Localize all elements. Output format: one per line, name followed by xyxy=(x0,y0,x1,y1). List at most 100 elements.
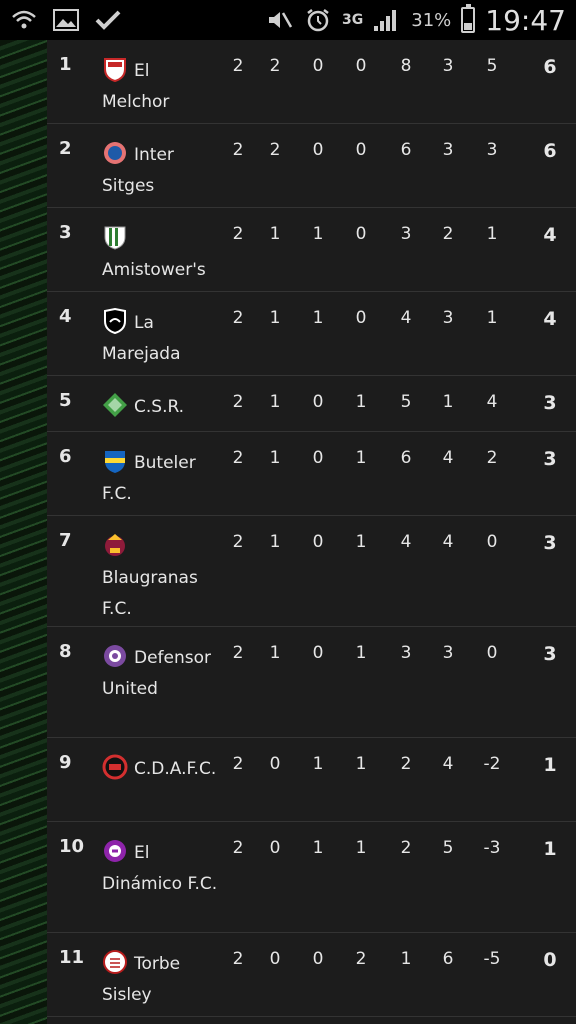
team-cell[interactable]: Defensor United xyxy=(102,643,222,705)
stat-gc: 3 xyxy=(442,643,454,663)
stat-pg: 0 xyxy=(269,754,281,774)
stat-pe: 0 xyxy=(312,392,324,412)
position: 9 xyxy=(59,752,72,773)
stat-pp: 1 xyxy=(355,392,367,412)
stat-pj: 2 xyxy=(232,56,244,76)
stat-gf: 4 xyxy=(400,308,412,328)
stat-pe: 0 xyxy=(312,140,324,160)
stat-pg: 0 xyxy=(269,838,281,858)
stat-pe: 0 xyxy=(312,643,324,663)
position: 5 xyxy=(59,390,72,411)
team-name: C.D.A.F.C. xyxy=(134,759,217,779)
table-row[interactable]: 11 Torbe Sisley 2 0 0 2 1 6 -5 0 xyxy=(47,933,576,1017)
team-crest-icon xyxy=(102,448,128,474)
stat-pe: 1 xyxy=(312,754,324,774)
position: 7 xyxy=(59,530,72,551)
team-crest-icon xyxy=(102,754,128,780)
stat-pj: 2 xyxy=(232,392,244,412)
stat-gc: 3 xyxy=(442,140,454,160)
stat-dg: 4 xyxy=(486,392,498,412)
points: 3 xyxy=(543,643,557,665)
battery-icon xyxy=(461,4,476,33)
position: 6 xyxy=(59,446,72,467)
team-crest-icon xyxy=(102,838,128,864)
team-cell[interactable]: Torbe Sisley xyxy=(102,949,222,1011)
points: 3 xyxy=(543,392,557,414)
stat-pp: 1 xyxy=(355,448,367,468)
stat-gf: 1 xyxy=(400,949,412,969)
standings-table[interactable]: 1 El Melchor 2 2 0 0 8 3 5 6 2 Inter Sitges 2 2 0 0 6 3 3 6… xyxy=(47,40,576,1024)
stat-pg: 1 xyxy=(269,224,281,244)
table-row[interactable]: 5 C.S.R. 2 1 0 1 5 1 4 3 xyxy=(47,376,576,432)
team-cell[interactable]: Buteler F.C. xyxy=(102,448,222,510)
table-row[interactable]: 6 Buteler F.C. 2 1 0 1 6 4 2 3 xyxy=(47,432,576,516)
team-cell[interactable]: Blaugranas F.C. xyxy=(102,532,222,625)
team-crest-icon xyxy=(102,392,128,418)
team-crest-icon xyxy=(102,949,128,975)
stat-pp: 1 xyxy=(355,643,367,663)
table-row[interactable]: 3 Amistower's 2 1 1 0 3 2 1 4 xyxy=(47,208,576,292)
team-cell[interactable]: La Marejada xyxy=(102,307,222,370)
table-row[interactable]: 4 La Marejada 2 1 1 0 4 3 1 4 xyxy=(47,292,576,376)
table-row[interactable]: 1 El Melchor 2 2 0 0 8 3 5 6 xyxy=(47,40,576,124)
position: 10 xyxy=(59,836,85,857)
stat-gc: 4 xyxy=(442,448,454,468)
table-row[interactable]: 10 El Dinámico F.C. 2 0 1 1 2 5 -3 1 xyxy=(47,822,576,933)
team-crest-icon xyxy=(102,224,128,250)
stat-pj: 2 xyxy=(232,838,244,858)
stat-dg: 5 xyxy=(486,56,498,76)
table-row[interactable]: 9 C.D.A.F.C. 2 0 1 1 2 4 -2 1 xyxy=(47,738,576,822)
stat-gf: 2 xyxy=(400,754,412,774)
team-crest-icon xyxy=(102,532,128,558)
wifi-question-icon xyxy=(10,8,38,32)
stat-gc: 3 xyxy=(442,308,454,328)
table-row[interactable]: 8 Defensor United 2 1 0 1 3 3 0 3 xyxy=(47,627,576,738)
stat-pe: 0 xyxy=(312,532,324,552)
stat-gc: 3 xyxy=(442,56,454,76)
stat-dg: 0 xyxy=(486,532,498,552)
stat-gf: 3 xyxy=(400,643,412,663)
stat-pp: 2 xyxy=(355,949,367,969)
stat-pg: 2 xyxy=(269,140,281,160)
stat-pg: 1 xyxy=(269,308,281,328)
team-cell[interactable]: C.D.A.F.C. xyxy=(102,754,222,785)
stat-pj: 2 xyxy=(232,643,244,663)
position: 8 xyxy=(59,641,72,662)
stat-dg: 1 xyxy=(486,308,498,328)
team-name: C.S.R. xyxy=(134,397,185,417)
stat-gc: 5 xyxy=(442,838,454,858)
stat-dg: 0 xyxy=(486,643,498,663)
background-grass xyxy=(0,40,48,1024)
stat-gf: 6 xyxy=(400,140,412,160)
team-cell[interactable]: C.S.R. xyxy=(102,392,222,423)
position: 4 xyxy=(59,306,72,327)
stat-gc: 1 xyxy=(442,392,454,412)
stat-dg: 3 xyxy=(486,140,498,160)
stat-gf: 5 xyxy=(400,392,412,412)
team-cell[interactable]: Amistower's xyxy=(102,224,222,286)
stat-gc: 2 xyxy=(442,224,454,244)
stat-pj: 2 xyxy=(232,448,244,468)
stat-dg: 2 xyxy=(486,448,498,468)
stat-pg: 2 xyxy=(269,56,281,76)
team-cell[interactable]: Inter Sitges xyxy=(102,140,222,202)
team-crest-icon xyxy=(102,140,128,166)
stat-gf: 6 xyxy=(400,448,412,468)
stat-gf: 4 xyxy=(400,532,412,552)
alarm-icon xyxy=(304,8,332,32)
check-icon xyxy=(94,8,122,32)
stat-pe: 0 xyxy=(312,56,324,76)
stat-gc: 6 xyxy=(442,949,454,969)
team-cell[interactable]: El Dinámico F.C. xyxy=(102,838,222,900)
team-cell[interactable]: El Melchor xyxy=(102,56,222,118)
position: 11 xyxy=(59,947,85,968)
stat-pp: 1 xyxy=(355,532,367,552)
stat-pj: 2 xyxy=(232,308,244,328)
table-row[interactable]: 2 Inter Sitges 2 2 0 0 6 3 3 6 xyxy=(47,124,576,208)
table-row[interactable]: 7 Blaugranas F.C. 2 1 0 1 4 4 0 3 xyxy=(47,516,576,627)
battery-percent: 31% xyxy=(411,9,452,31)
points: 6 xyxy=(543,140,557,162)
stat-pp: 0 xyxy=(355,224,367,244)
points: 3 xyxy=(543,532,557,554)
clock: 19:47 xyxy=(485,3,566,37)
